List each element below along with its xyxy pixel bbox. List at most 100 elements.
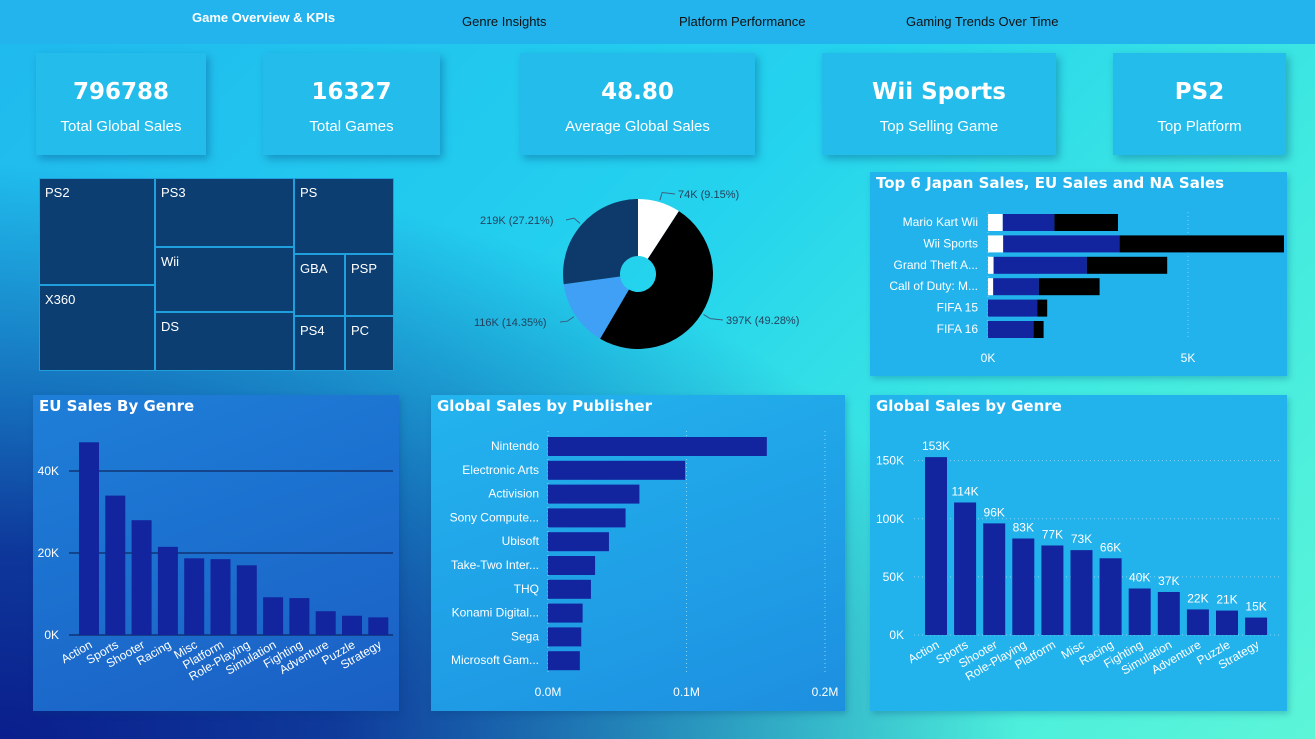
axis-category-label: Activision: [488, 487, 539, 501]
axis-category-label: FIFA 16: [937, 322, 979, 336]
publisher-bar-chart: 0.0M 0.1M 0.2M Nintendo Electronic Arts Activ…: [450, 431, 839, 699]
bar[interactable]: [1157, 591, 1180, 635]
bar[interactable]: [954, 502, 977, 635]
treemap-cell-psp[interactable]: PSP: [345, 254, 394, 316]
bar[interactable]: [184, 558, 205, 635]
bar[interactable]: [157, 546, 178, 635]
bar[interactable]: [548, 532, 609, 552]
tab-game-overview[interactable]: Game Overview & KPIs: [192, 10, 335, 25]
axis-category-label: Call of Duty: M...: [889, 279, 978, 293]
global-genre-bar-chart: 0K50K100K150K153KAction114KSports96KShoo…: [876, 439, 1280, 684]
stacked-bar-segment[interactable]: [993, 278, 1039, 296]
publisher-sales-panel: Global Sales by Publisher 0.0M 0.1M 0.2M Ni…: [431, 395, 845, 711]
treemap-cell-ps3[interactable]: PS3: [155, 178, 294, 247]
stacked-bar-segment[interactable]: [1054, 214, 1118, 231]
bar-data-label: 40K: [1129, 571, 1150, 585]
treemap-cell-gba[interactable]: GBA: [294, 254, 345, 316]
bar[interactable]: [263, 597, 284, 635]
stacked-bar-segment[interactable]: [988, 235, 1004, 253]
donut-slice[interactable]: [563, 199, 638, 285]
bar[interactable]: [925, 457, 947, 635]
axis-category-label: Konami Digital...: [452, 606, 539, 620]
bar[interactable]: [368, 617, 389, 635]
stacked-bar-segment[interactable]: [988, 278, 994, 296]
bar[interactable]: [289, 598, 310, 635]
bar[interactable]: [131, 520, 152, 635]
bar[interactable]: [548, 579, 591, 599]
treemap-cell-x360[interactable]: X360: [39, 285, 155, 371]
bar-data-label: 37K: [1158, 574, 1179, 588]
bar[interactable]: [315, 611, 336, 635]
stacked-bar-segment[interactable]: [1119, 235, 1284, 253]
bar[interactable]: [1216, 610, 1238, 635]
bar[interactable]: [1041, 545, 1064, 635]
axis-category-label: Nintendo: [491, 439, 539, 453]
bar[interactable]: [1070, 550, 1093, 635]
bar[interactable]: [210, 559, 231, 635]
stacked-bar-segment[interactable]: [1002, 214, 1055, 231]
stacked-bar-segment[interactable]: [1037, 299, 1048, 317]
bar[interactable]: [1186, 609, 1209, 635]
axis-category-label: Mario Kart Wii: [903, 215, 978, 229]
bar[interactable]: [548, 556, 596, 575]
kpi-value: 796788: [72, 79, 170, 105]
bar[interactable]: [548, 627, 582, 647]
bar[interactable]: [548, 603, 583, 623]
axis-category-label: Grand Theft A...: [894, 258, 979, 272]
bar[interactable]: [983, 523, 1006, 635]
bar[interactable]: [236, 565, 257, 635]
stacked-bar-segment[interactable]: [988, 256, 994, 274]
treemap-label: PS2: [45, 185, 70, 200]
treemap-label: GBA: [300, 261, 328, 276]
bar-data-label: 153K: [922, 439, 950, 453]
bar[interactable]: [1245, 617, 1268, 635]
stacked-bar-segment[interactable]: [988, 321, 1034, 338]
bar[interactable]: [548, 651, 580, 671]
tab-gaming-trends[interactable]: Gaming Trends Over Time: [906, 14, 1058, 29]
treemap-label: PC: [351, 323, 370, 338]
bar[interactable]: [105, 495, 126, 635]
bar-data-label: 114K: [952, 484, 979, 498]
axis-category-label: Microsoft Gam...: [451, 653, 539, 667]
stacked-bar-segment[interactable]: [1038, 278, 1100, 296]
bar[interactable]: [1128, 588, 1151, 636]
axis-tick-label: 0.2M: [812, 685, 839, 699]
bar[interactable]: [1099, 558, 1122, 635]
nav-bar: Game Overview & KPIs Genre Insights Plat…: [0, 0, 1315, 44]
donut-leader-line: [659, 191, 676, 201]
bar[interactable]: [79, 442, 99, 635]
tab-genre-insights[interactable]: Genre Insights: [462, 14, 547, 29]
treemap-cell-pc[interactable]: PC: [345, 316, 394, 371]
axis-tick-label: 150K: [876, 454, 904, 468]
stacked-bar-segment[interactable]: [988, 299, 1038, 317]
treemap-cell-ps4[interactable]: PS4: [294, 316, 345, 371]
bar-data-label: 66K: [1100, 540, 1121, 554]
stacked-bar-segment[interactable]: [1003, 235, 1120, 253]
bar[interactable]: [548, 437, 767, 456]
treemap-cell-ps2[interactable]: PS2: [39, 178, 155, 285]
stacked-bar-segment[interactable]: [988, 214, 1003, 231]
kpi-label: Total Games: [309, 118, 394, 135]
bar[interactable]: [548, 460, 686, 480]
bar[interactable]: [548, 484, 640, 504]
treemap-cell-wii[interactable]: Wii: [155, 247, 294, 312]
treemap-cell-ps[interactable]: PS: [294, 178, 394, 254]
platform-treemap: PS2 PS3 PS X360 Wii GBA PSP DS PS4 PC: [39, 178, 394, 371]
stacked-bar-segment[interactable]: [993, 256, 1087, 274]
treemap-label: PSP: [351, 261, 378, 276]
axis-tick-label: 20K: [38, 546, 59, 560]
bar[interactable]: [548, 508, 626, 528]
tab-platform-performance[interactable]: Platform Performance: [679, 14, 805, 29]
top6-stacked-bar-chart: Mario Kart Wii Wii Sports Grand Theft A...…: [889, 212, 1284, 365]
treemap-cell-ds[interactable]: DS: [155, 312, 294, 371]
bar[interactable]: [342, 615, 362, 635]
bar-data-label: 83K: [1013, 521, 1034, 535]
axis-category-label: FIFA 15: [937, 301, 979, 315]
kpi-value: 48.80: [601, 79, 674, 105]
axis-category-label: THQ: [514, 582, 539, 596]
treemap-label: PS: [300, 185, 318, 200]
stacked-bar-segment[interactable]: [1033, 321, 1044, 338]
bar-data-label: 22K: [1187, 591, 1208, 605]
stacked-bar-segment[interactable]: [1086, 256, 1168, 274]
bar[interactable]: [1012, 538, 1035, 635]
